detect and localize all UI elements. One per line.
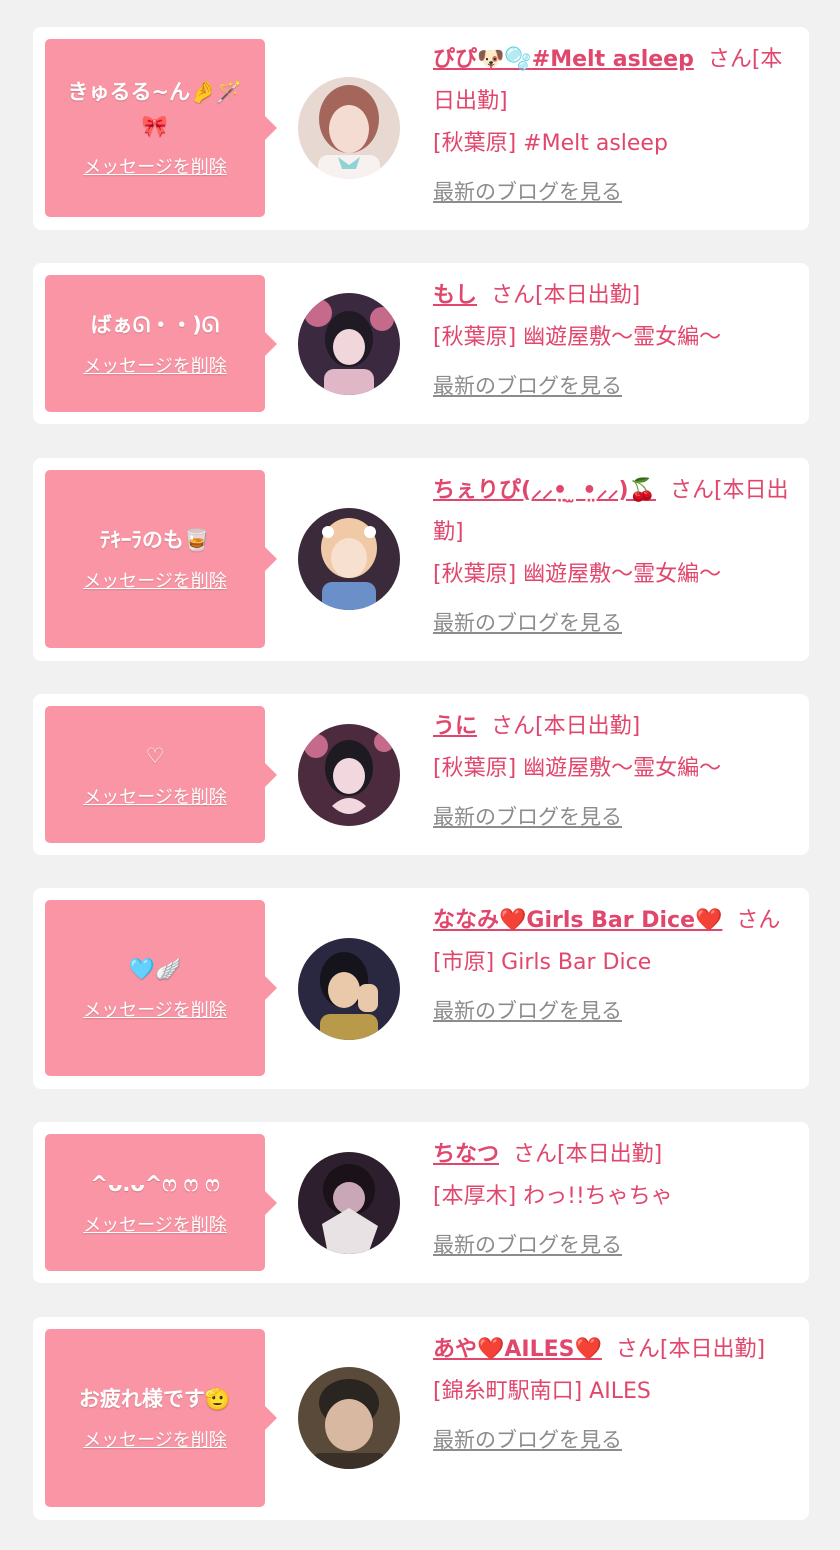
cast-status: さん[本日出勤] xyxy=(491,283,641,308)
message-bubble: 🩵🪽 メッセージを削除 xyxy=(45,900,277,1076)
cast-info: あや❤️AILES❤️ さん[本日出勤] [錦糸町駅南口] AILES 最新のブロ… xyxy=(433,1329,791,1457)
cast-name-link[interactable]: ぴぴ🐶🫧#Melt asleep xyxy=(433,47,694,72)
cast-info: うに さん[本日出勤] [秋葉原] 幽遊屋敷〜霊女編〜 最新のブログを見る xyxy=(433,706,791,834)
latest-blog-link[interactable]: 最新のブログを見る xyxy=(433,369,791,403)
avatar[interactable] xyxy=(298,77,400,179)
cast-name-link[interactable]: ななみ❤️Girls Bar Dice❤️ xyxy=(433,908,722,933)
latest-blog-link[interactable]: 最新のブログを見る xyxy=(433,606,791,640)
latest-blog-link[interactable]: 最新のブログを見る xyxy=(433,175,791,209)
latest-blog-link[interactable]: 最新のブログを見る xyxy=(433,800,791,834)
cast-info: ぴぴ🐶🫧#Melt asleep さん[本日出勤] [秋葉原] #Melt asl… xyxy=(433,39,791,209)
message-text: 🩵🪽 xyxy=(128,957,182,981)
cast-info: もし さん[本日出勤] [秋葉原] 幽遊屋敷〜霊女編〜 最新のブログを見る xyxy=(433,275,791,403)
avatar[interactable] xyxy=(298,508,400,610)
cast-name-link[interactable]: ちぇりぴ(⸝⸝•̤ ̫ •̤⸝⸝)🍒 xyxy=(433,478,656,503)
cast-status: さん xyxy=(736,908,781,933)
avatar[interactable] xyxy=(298,1367,400,1469)
delete-message-link[interactable]: メッセージを削除 xyxy=(83,1428,227,1454)
avatar[interactable] xyxy=(298,724,400,826)
message-list: きゅるる~ん🤌🪄🎀 メッセージを削除 ぴぴ🐶🫧#Melt asleep さん[本日… xyxy=(0,0,840,1550)
latest-blog-link[interactable]: 最新のブログを見る xyxy=(433,1423,791,1457)
delete-message-link[interactable]: メッセージを削除 xyxy=(83,1213,227,1239)
delete-message-link[interactable]: メッセージを削除 xyxy=(83,998,227,1024)
message-card: 🩵🪽 メッセージを削除 ななみ❤️Girls Bar Dice❤️ さん [市原]… xyxy=(33,888,809,1089)
avatar[interactable] xyxy=(298,1152,400,1254)
message-text: お疲れ様です🫡 xyxy=(78,1387,232,1411)
cast-status: さん[本日出勤] xyxy=(615,1337,766,1362)
message-bubble: ♡ メッセージを削除 xyxy=(45,706,277,843)
latest-blog-link[interactable]: 最新のブログを見る xyxy=(433,994,791,1028)
avatar[interactable] xyxy=(298,293,400,395)
message-card: ♡ メッセージを削除 うに さん[本日出勤] [秋葉原] 幽遊屋敷〜霊女編〜 最新… xyxy=(33,694,809,855)
message-bubble: ^ᴗ.ᴗ^ෆ ෆ ෆ メッセージを削除 xyxy=(45,1134,277,1271)
message-bubble: ﾃｷｰﾗのも🥃 メッセージを削除 xyxy=(45,470,277,648)
message-card: ﾃｷｰﾗのも🥃 メッセージを削除 ちぇりぴ(⸝⸝•̤ ̫ •̤⸝⸝)🍒 さん[本日… xyxy=(33,458,809,661)
shop-label: [秋葉原] #Melt asleep xyxy=(433,131,668,156)
message-text: ♡ xyxy=(145,743,165,768)
cast-name-link[interactable]: あや❤️AILES❤️ xyxy=(433,1337,602,1362)
message-card: ^ᴗ.ᴗ^ෆ ෆ ෆ メッセージを削除 ちなつ さん[本日出勤] [本厚木] わっ… xyxy=(33,1122,809,1283)
shop-label: [秋葉原] 幽遊屋敷〜霊女編〜 xyxy=(433,756,722,781)
delete-message-link[interactable]: メッセージを削除 xyxy=(83,785,227,811)
shop-label: [秋葉原] 幽遊屋敷〜霊女編〜 xyxy=(433,562,722,587)
message-text: きゅるる~ん🤌🪄🎀 xyxy=(67,80,243,138)
delete-message-link[interactable]: メッセージを削除 xyxy=(83,155,227,181)
cast-info: ななみ❤️Girls Bar Dice❤️ さん [市原] Girls Bar D… xyxy=(433,900,791,1028)
cast-info: ちぇりぴ(⸝⸝•̤ ̫ •̤⸝⸝)🍒 さん[本日出勤] [秋葉原] 幽遊屋敷〜霊女… xyxy=(433,470,791,640)
message-card: きゅるる~ん🤌🪄🎀 メッセージを削除 ぴぴ🐶🫧#Melt asleep さん[本日… xyxy=(33,27,809,230)
shop-label: [錦糸町駅南口] AILES xyxy=(433,1379,651,1404)
shop-label: [市原] Girls Bar Dice xyxy=(433,950,652,975)
message-text: ばぁᘏ・・)ᘏ xyxy=(90,312,220,337)
delete-message-link[interactable]: メッセージを削除 xyxy=(83,569,227,595)
cast-name-link[interactable]: うに xyxy=(433,714,477,739)
message-text: ^ᴗ.ᴗ^ෆ ෆ ෆ xyxy=(90,1171,220,1196)
cast-info: ちなつ さん[本日出勤] [本厚木] わっ!!ちゃちゃ 最新のブログを見る xyxy=(433,1134,791,1262)
message-card: お疲れ様です🫡 メッセージを削除 あや❤️AILES❤️ さん[本日出勤] [錦糸… xyxy=(33,1317,809,1520)
message-bubble: お疲れ様です🫡 メッセージを削除 xyxy=(45,1329,277,1507)
message-bubble: きゅるる~ん🤌🪄🎀 メッセージを削除 xyxy=(45,39,277,217)
shop-label: [秋葉原] 幽遊屋敷〜霊女編〜 xyxy=(433,325,722,350)
latest-blog-link[interactable]: 最新のブログを見る xyxy=(433,1228,791,1262)
cast-name-link[interactable]: ちなつ xyxy=(433,1142,499,1167)
message-text: ﾃｷｰﾗのも🥃 xyxy=(99,528,211,552)
avatar[interactable] xyxy=(298,938,400,1040)
cast-name-link[interactable]: もし xyxy=(433,283,477,308)
cast-status: さん[本日出勤] xyxy=(491,714,641,739)
message-bubble: ばぁᘏ・・)ᘏ メッセージを削除 xyxy=(45,275,277,412)
shop-label: [本厚木] わっ!!ちゃちゃ xyxy=(433,1184,673,1209)
delete-message-link[interactable]: メッセージを削除 xyxy=(83,354,227,380)
message-card: ばぁᘏ・・)ᘏ メッセージを削除 もし さん[本日出勤] [秋葉原] 幽遊屋敷〜霊… xyxy=(33,263,809,424)
cast-status: さん[本日出勤] xyxy=(513,1142,663,1167)
